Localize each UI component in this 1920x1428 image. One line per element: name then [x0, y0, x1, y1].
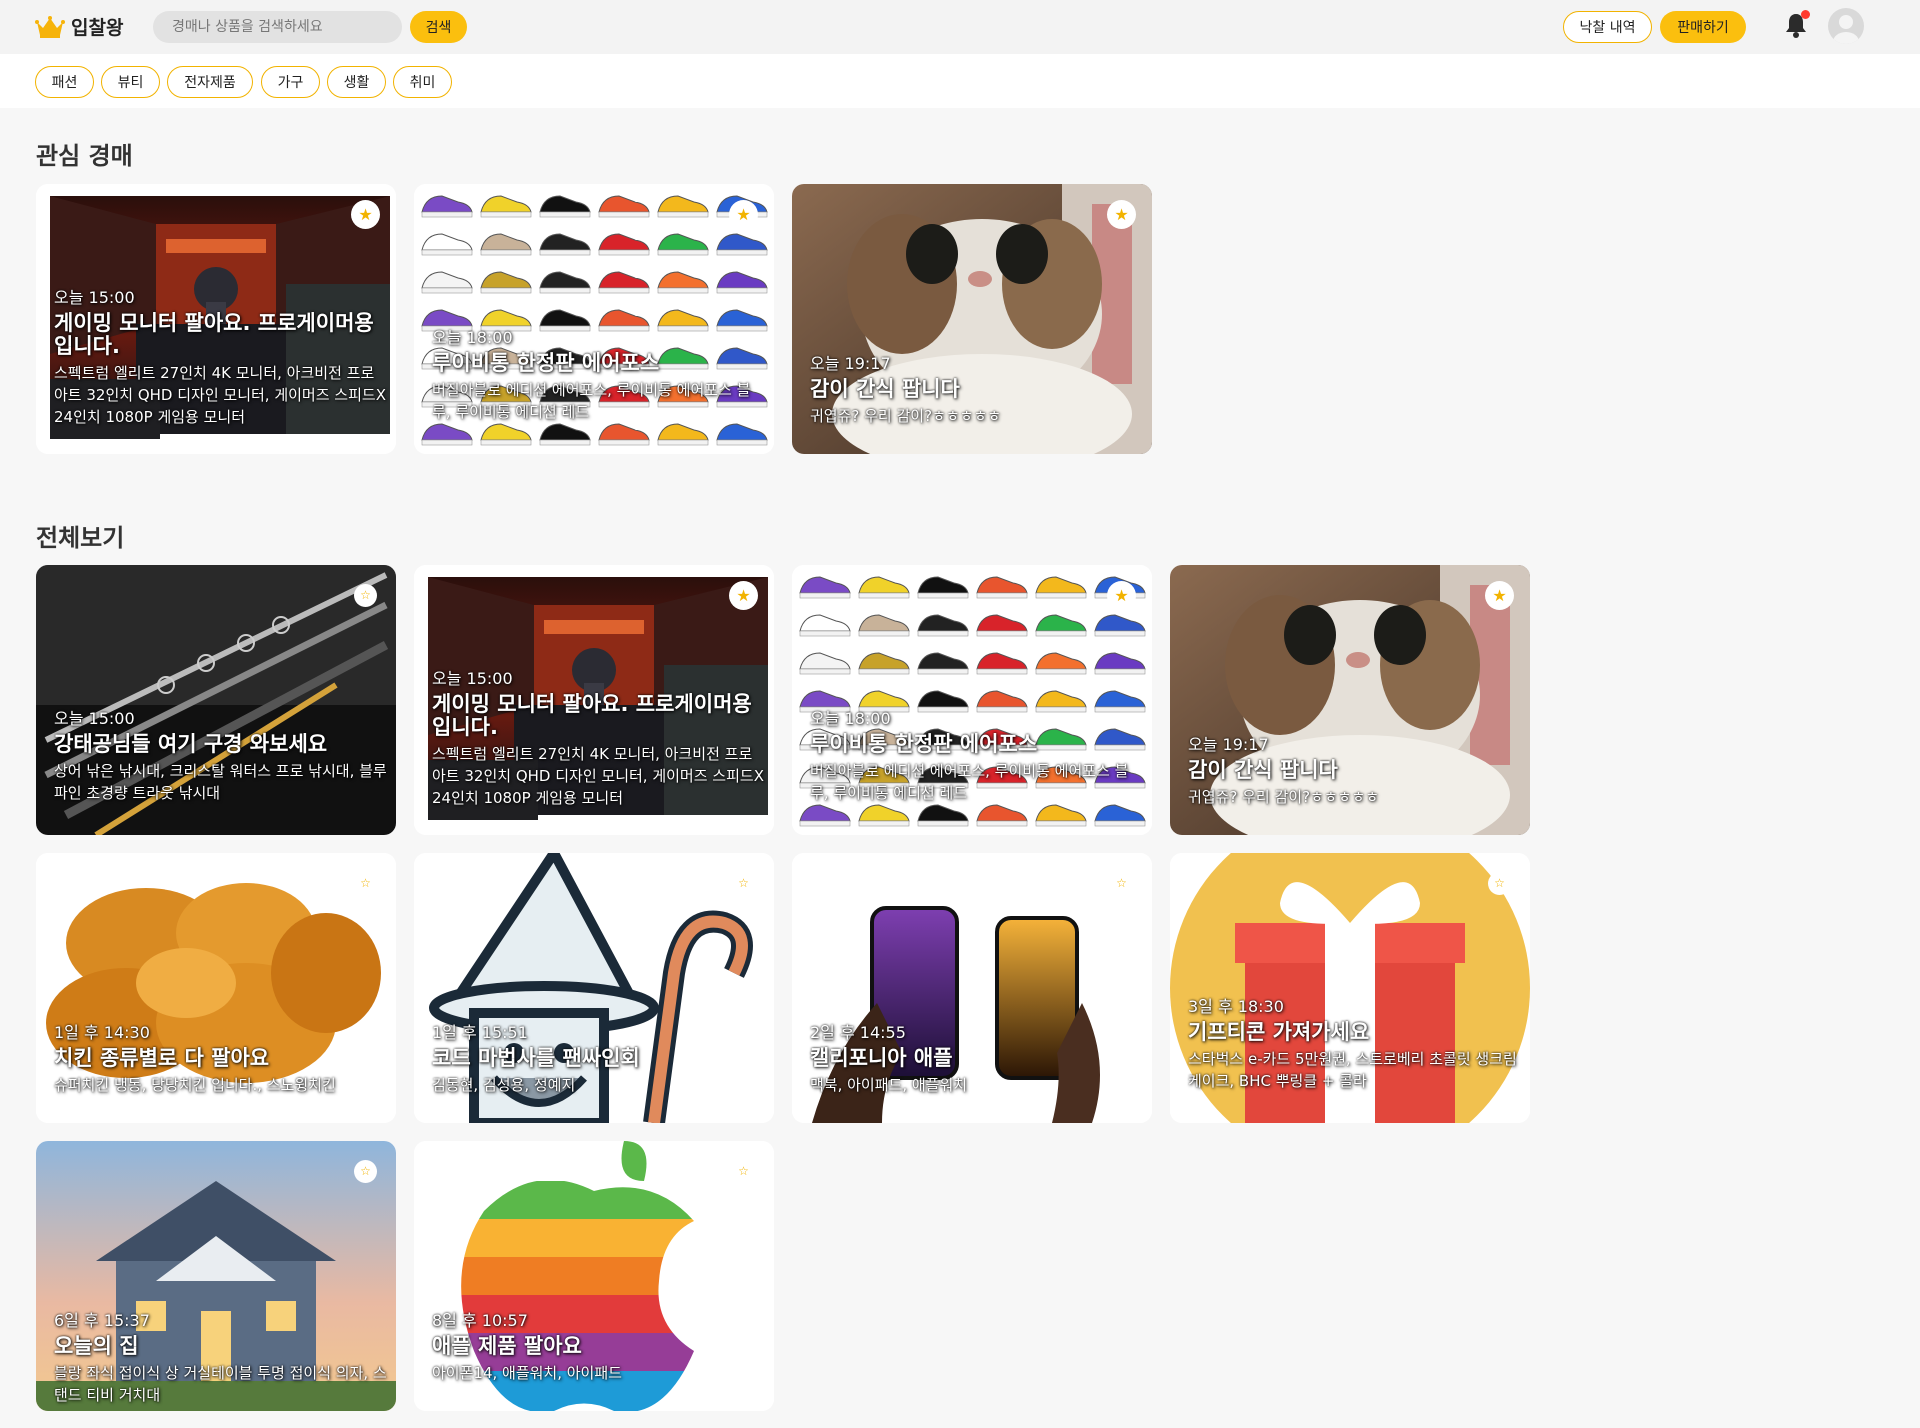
card-caption: 3일 후 18:30 기프티콘 가져가세요스타벅스 e-카드 5만원권, 스트로베…	[1188, 997, 1522, 1092]
star-outline-icon[interactable]: ☆	[354, 872, 377, 895]
auction-card[interactable]: ☆ 2일 후 14:55 캘리포니아 애플맥북, 아이패드, 애플워치	[792, 853, 1152, 1123]
interest-section-title: 관심 경매	[36, 142, 133, 170]
auction-time: 6일 후 15:37	[54, 1311, 150, 1330]
category-fashion[interactable]: 패션	[35, 66, 94, 98]
auction-title: 코드 마법사를 팬싸인회	[432, 1046, 640, 1070]
auction-time: 오늘 18:00	[810, 709, 891, 728]
auction-description: 상어 낚은 낚시대, 크리스탈 워터스 프로 낚시대, 블루 파인 초경량 트라…	[54, 762, 387, 802]
user-avatar[interactable]	[1828, 8, 1864, 44]
auction-card[interactable]: ☆ 1일 후 14:30 치킨 종류별로 다 팔아요슈퍼치킨 냉동, 당당치킨 입니…	[36, 853, 396, 1123]
card-caption: 오늘 19:17 감이 간식 팝니다귀엽쥬? 우리 감이?ㅎㅎㅎㅎㅎ	[810, 354, 1144, 427]
search-input[interactable]	[153, 11, 402, 43]
auction-description: 슈퍼치킨 냉동, 당당치킨 입니다., 스노윙치킨	[54, 1076, 336, 1094]
card-caption: 오늘 15:00 게이밍 모니터 팔아요. 프로게이머용 입니다. 스펙트럼 엘리트…	[432, 669, 766, 809]
auction-description: 아이폰14, 애플워치, 아이패드	[432, 1364, 622, 1382]
star-outline-icon[interactable]: ☆	[1488, 872, 1511, 895]
auction-card[interactable]: ☆ 8일 후 10:57 애플 제품 팔아요아이폰14, 애플워치, 아이패드	[414, 1141, 774, 1411]
card-caption: 오늘 15:00 강태공님들 여기 구경 와보세요상어 낚은 낚시대, 크리스탈 …	[54, 709, 388, 804]
auction-time: 1일 후 15:51	[432, 1023, 528, 1042]
auction-card[interactable]: ☆ 6일 후 15:37 오늘의 집블랑 좌식 접이식 상 거실테이블 투명 접이식…	[36, 1141, 396, 1411]
category-bar: 패션 뷰티 전자제품 가구 생활 취미	[0, 54, 1920, 108]
star-filled-icon[interactable]: ★	[729, 581, 758, 610]
card-caption: 오늘 19:17 감이 간식 팝니다귀엽쥬? 우리 감이?ㅎㅎㅎㅎㅎ	[1188, 735, 1522, 808]
auction-title: 오늘의 집	[54, 1334, 139, 1358]
star-filled-icon[interactable]: ★	[1107, 200, 1136, 229]
auction-time: 1일 후 14:30	[54, 1023, 150, 1042]
category-furniture[interactable]: 가구	[261, 66, 320, 98]
category-beauty[interactable]: 뷰티	[101, 66, 160, 98]
auction-time: 오늘 19:17	[1188, 735, 1269, 754]
logo[interactable]: 입찰왕	[35, 13, 123, 40]
top-navigation-bar: 입찰왕 검색 낙찰 내역 판매하기	[0, 0, 1920, 54]
bid-history-button[interactable]: 낙찰 내역	[1563, 11, 1652, 43]
auction-description: 김동현, 김성용, 정예지	[432, 1076, 576, 1094]
card-caption: 오늘 18:00 루이비통 한정판 에어포스버질아블로 에디션 에어포스, 루이비…	[432, 328, 766, 423]
auction-title: 기프티콘 가져가세요	[1188, 1020, 1370, 1044]
card-caption: 6일 후 15:37 오늘의 집블랑 좌식 접이식 상 거실테이블 투명 접이식 …	[54, 1311, 388, 1406]
auction-time: 3일 후 18:30	[1188, 997, 1284, 1016]
auction-title: 치킨 종류별로 다 팔아요	[54, 1046, 270, 1070]
star-filled-icon[interactable]: ★	[1485, 581, 1514, 610]
card-caption: 1일 후 14:30 치킨 종류별로 다 팔아요슈퍼치킨 냉동, 당당치킨 입니다…	[54, 1023, 388, 1096]
auction-title: 루이비통 한정판 에어포스	[432, 351, 660, 375]
auction-time: 오늘 18:00	[432, 328, 513, 347]
auction-title: 게이밍 모니터 팔아요. 프로게이머용 입니다.	[432, 692, 752, 739]
auction-description: 블랑 좌식 접이식 상 거실테이블 투명 접이식 의자, 스탠드 티비 거치대	[54, 1364, 387, 1404]
all-section-title: 전체보기	[36, 524, 125, 552]
auction-card[interactable]: ★ 오늘 19:17 감이 간식 팝니다귀엽쥬? 우리 감이?ㅎㅎㅎㅎㅎ	[792, 184, 1152, 454]
auction-card[interactable]: ★ 오늘 15:00 게이밍 모니터 팔아요. 프로게이머용 입니다. 스펙트럼 엘리…	[414, 565, 774, 835]
star-filled-icon[interactable]: ★	[351, 200, 380, 229]
auction-time: 오늘 15:00	[54, 288, 135, 307]
auction-title: 캘리포니아 애플	[810, 1046, 953, 1070]
auction-title: 루이비통 한정판 에어포스	[810, 732, 1038, 756]
card-caption: 8일 후 10:57 애플 제품 팔아요아이폰14, 애플워치, 아이패드	[432, 1311, 766, 1384]
sell-button[interactable]: 판매하기	[1660, 11, 1746, 43]
auction-title: 감이 간식 팝니다	[810, 377, 960, 401]
auction-card[interactable]: ★ 오늘 19:17 감이 간식 팝니다귀엽쥬? 우리 감이?ㅎㅎㅎㅎㅎ	[1170, 565, 1530, 835]
auction-title: 게이밍 모니터 팔아요. 프로게이머용 입니다.	[54, 311, 374, 358]
auction-title: 강태공님들 여기 구경 와보세요	[54, 732, 328, 756]
category-living[interactable]: 생활	[327, 66, 386, 98]
star-outline-icon[interactable]: ☆	[354, 584, 377, 607]
auction-card[interactable]: ★ 오늘 18:00 루이비통 한정판 에어포스버질아블로 에디션 에어포스, 루이…	[792, 565, 1152, 835]
category-electronics[interactable]: 전자제품	[167, 66, 253, 98]
star-filled-icon[interactable]: ★	[729, 200, 758, 229]
auction-title: 감이 간식 팝니다	[1188, 758, 1338, 782]
user-silhouette-icon	[1833, 15, 1859, 44]
auction-description: 스펙트럼 엘리트 27인치 4K 모니터, 아크비전 프로아트 32인치 QHD…	[432, 745, 764, 807]
auction-time: 오늘 15:00	[54, 709, 135, 728]
category-hobby[interactable]: 취미	[393, 66, 452, 98]
logo-text: 입찰왕	[71, 17, 124, 39]
auction-description: 버질아블로 에디션 에어포스, 루이비통 에어포스 블루, 루이비통 에디션 레…	[810, 762, 1129, 802]
auction-card[interactable]: ☆ 1일 후 15:51 코드 마법사를 팬싸인회김동현, 김성용, 정예지	[414, 853, 774, 1123]
star-outline-icon[interactable]: ☆	[732, 872, 755, 895]
auction-card[interactable]: ★ 오늘 15:00 게이밍 모니터 팔아요. 프로게이머용 입니다. 스펙트럼 엘리…	[36, 184, 396, 454]
auction-title: 애플 제품 팔아요	[432, 1334, 582, 1358]
auction-description: 맥북, 아이패드, 애플워치	[810, 1076, 968, 1094]
auction-card[interactable]: ☆ 오늘 15:00 강태공님들 여기 구경 와보세요상어 낚은 낚시대, 크리스탈…	[36, 565, 396, 835]
star-filled-icon[interactable]: ★	[1107, 581, 1136, 610]
auction-card[interactable]: ☆ 3일 후 18:30 기프티콘 가져가세요스타벅스 e-카드 5만원권, 스트로…	[1170, 853, 1530, 1123]
auction-description: 귀엽쥬? 우리 감이?ㅎㅎㅎㅎㅎ	[810, 407, 1002, 425]
auction-description: 스펙트럼 엘리트 27인치 4K 모니터, 아크비전 프로아트 32인치 QHD…	[54, 364, 386, 426]
auction-time: 오늘 19:17	[810, 354, 891, 373]
auction-time: 2일 후 14:55	[810, 1023, 906, 1042]
notification-dot	[1801, 10, 1810, 19]
search-button[interactable]: 검색	[410, 11, 467, 43]
star-outline-icon[interactable]: ☆	[354, 1160, 377, 1183]
card-caption: 오늘 15:00 게이밍 모니터 팔아요. 프로게이머용 입니다. 스펙트럼 엘리트…	[54, 288, 388, 428]
card-caption: 1일 후 15:51 코드 마법사를 팬싸인회김동현, 김성용, 정예지	[432, 1023, 766, 1096]
auction-card[interactable]: ★ 오늘 18:00 루이비통 한정판 에어포스버질아블로 에디션 에어포스, 루이…	[414, 184, 774, 454]
star-outline-icon[interactable]: ☆	[1110, 872, 1133, 895]
auction-description: 버질아블로 에디션 에어포스, 루이비통 에어포스 블루, 루이비통 에디션 레…	[432, 381, 751, 421]
card-caption: 2일 후 14:55 캘리포니아 애플맥북, 아이패드, 애플워치	[810, 1023, 1144, 1096]
auction-description: 스타벅스 e-카드 5만원권, 스트로베리 초콜릿 생크림 케이크, BHC 뿌…	[1188, 1050, 1517, 1090]
auction-time: 8일 후 10:57	[432, 1311, 528, 1330]
star-outline-icon[interactable]: ☆	[732, 1160, 755, 1183]
auction-time: 오늘 15:00	[432, 669, 513, 688]
card-caption: 오늘 18:00 루이비통 한정판 에어포스버질아블로 에디션 에어포스, 루이비…	[810, 709, 1144, 804]
auction-description: 귀엽쥬? 우리 감이?ㅎㅎㅎㅎㅎ	[1188, 788, 1380, 806]
crown-icon	[35, 15, 65, 38]
